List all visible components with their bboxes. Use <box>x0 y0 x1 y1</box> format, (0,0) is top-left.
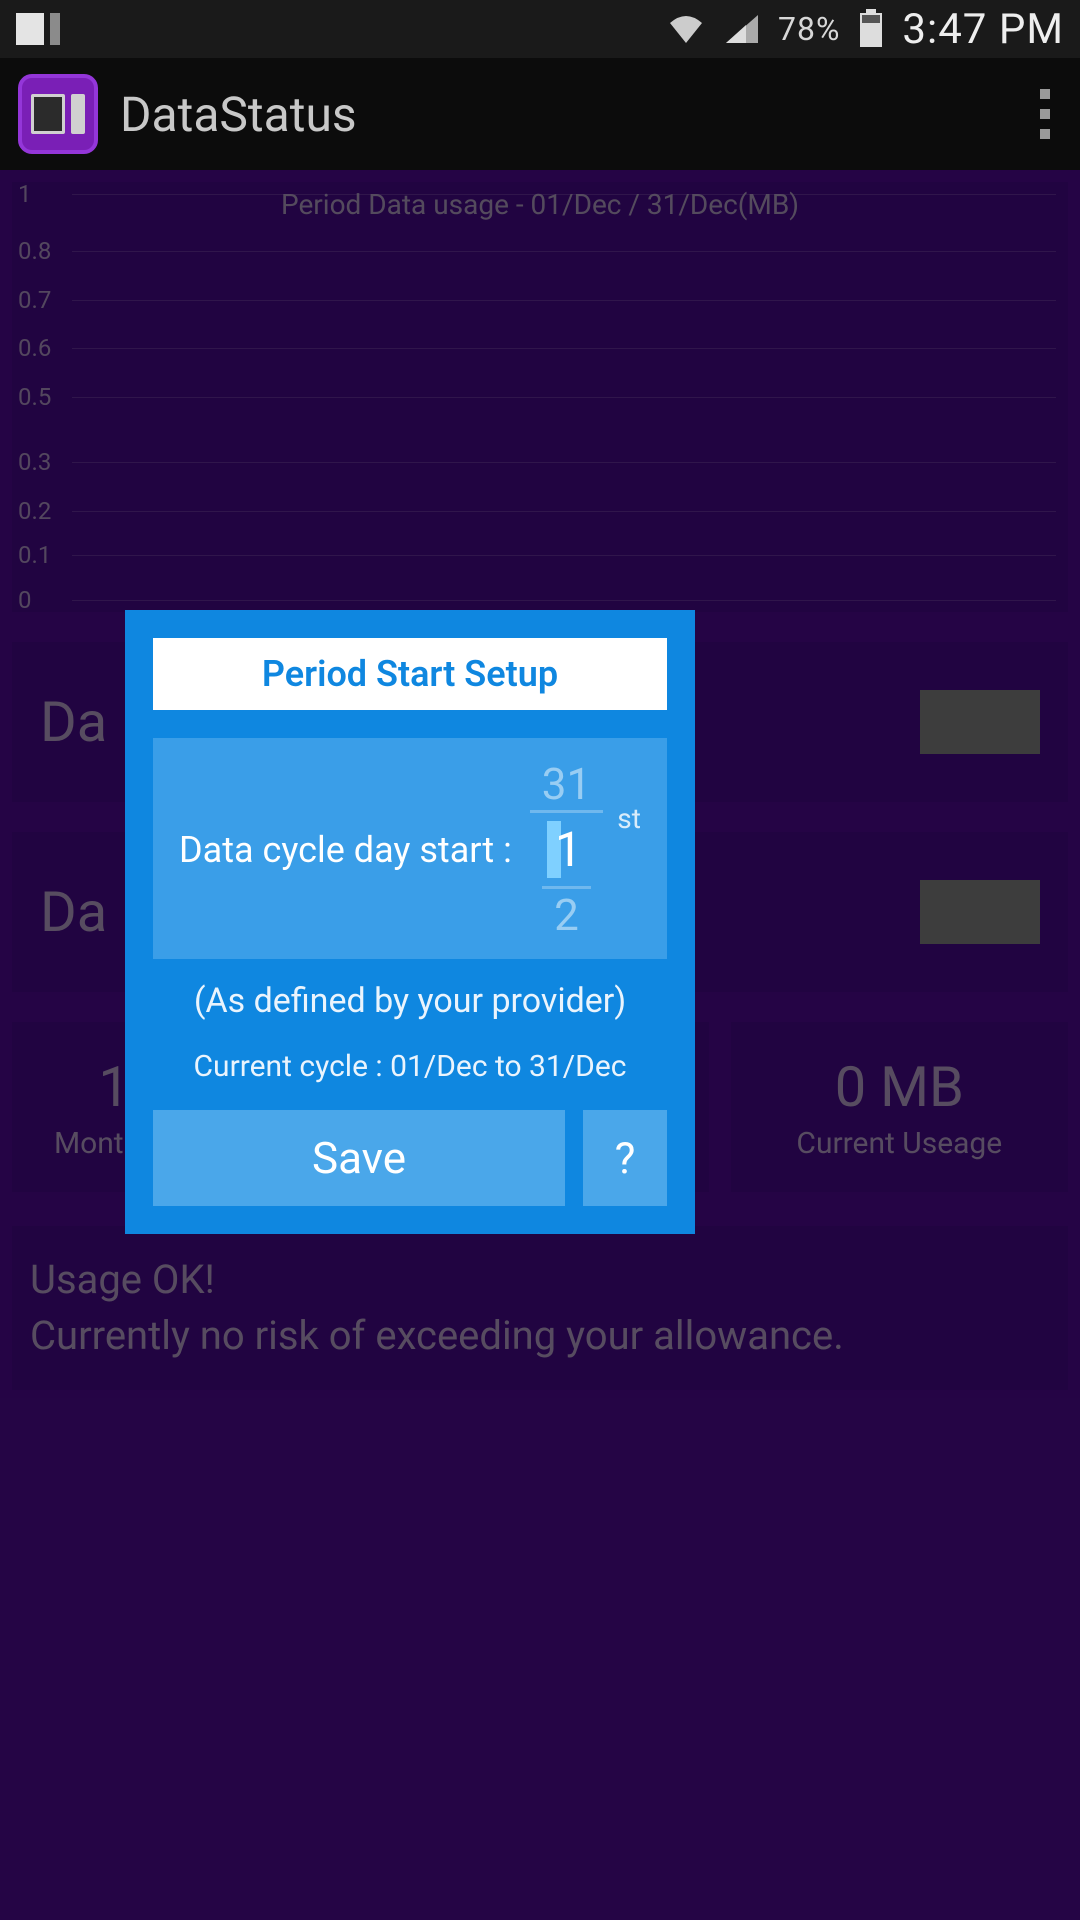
notification-icons <box>16 13 60 45</box>
main-content: Period Data usage - 01/Dec / 31/Dec(MB) … <box>0 170 1080 1920</box>
action-bar: DataStatus <box>0 58 1080 170</box>
picker-label: Data cycle day start : <box>179 829 512 871</box>
current-cycle-text: Current cycle : 01/Dec to 31/Dec <box>153 1049 667 1084</box>
signal-icon <box>724 13 760 45</box>
status-bar: 78% 3:47 PM <box>0 0 1080 58</box>
period-start-dialog: Period Start Setup Data cycle day start … <box>125 610 695 1234</box>
overflow-menu-button[interactable] <box>1040 89 1062 139</box>
notification-icon <box>50 13 60 45</box>
help-button[interactable]: ? <box>583 1110 667 1206</box>
picker-current-value[interactable]: 1 <box>543 817 590 882</box>
app-title: DataStatus <box>120 86 357 143</box>
save-button[interactable]: Save <box>153 1110 565 1206</box>
app-icon <box>18 74 98 154</box>
battery-icon <box>858 9 884 49</box>
battery-percent: 78% <box>778 10 840 48</box>
clock: 3:47 PM <box>902 5 1064 54</box>
wifi-icon <box>666 13 706 45</box>
picker-next-value[interactable]: 2 <box>542 886 591 941</box>
notification-icon <box>16 13 44 45</box>
day-number-picker[interactable]: 31 1 2 <box>530 758 603 941</box>
provider-hint: (As defined by your provider) <box>153 981 667 1021</box>
picker-prev-value[interactable]: 31 <box>530 758 603 813</box>
day-picker-row: Data cycle day start : 31 1 2 st <box>153 738 667 959</box>
dialog-actions: Save ? <box>153 1110 667 1206</box>
ordinal-suffix: st <box>617 802 641 835</box>
dialog-title: Period Start Setup <box>153 638 667 710</box>
